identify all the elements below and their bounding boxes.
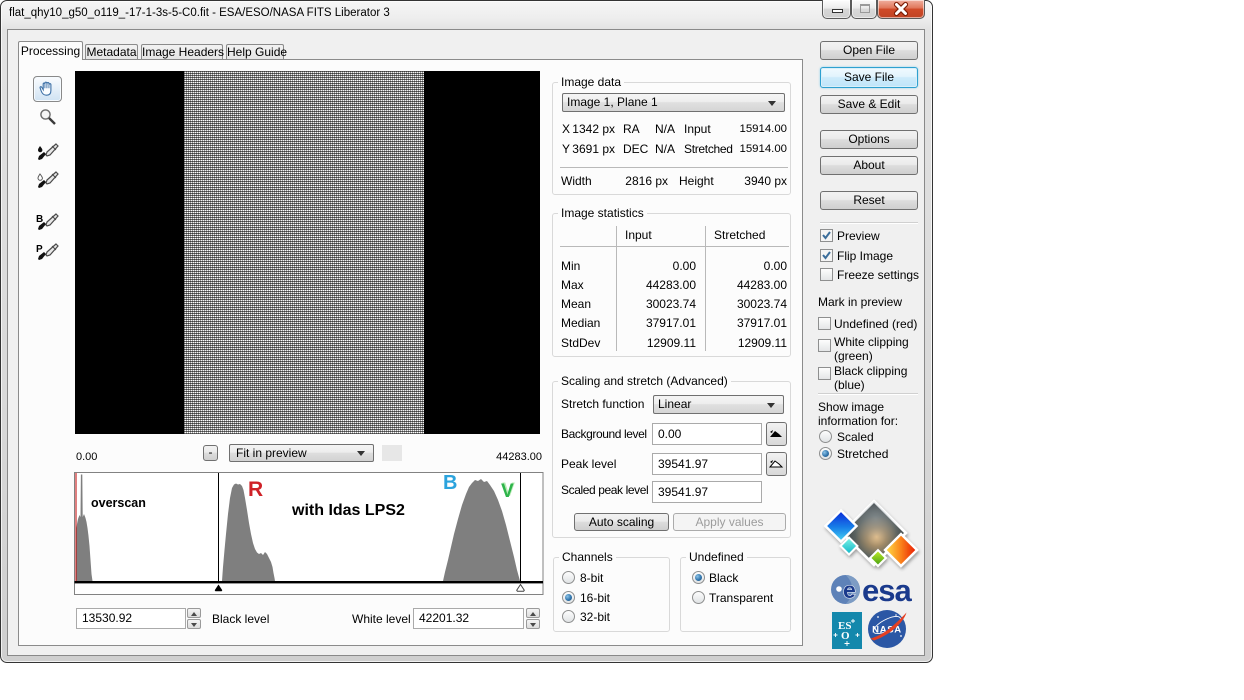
svg-text:e: e [843, 577, 856, 603]
svg-text:esa: esa [862, 573, 912, 608]
svg-text:O: O [841, 630, 850, 642]
svg-text:B: B [36, 214, 43, 225]
svg-text:P: P [36, 244, 43, 255]
